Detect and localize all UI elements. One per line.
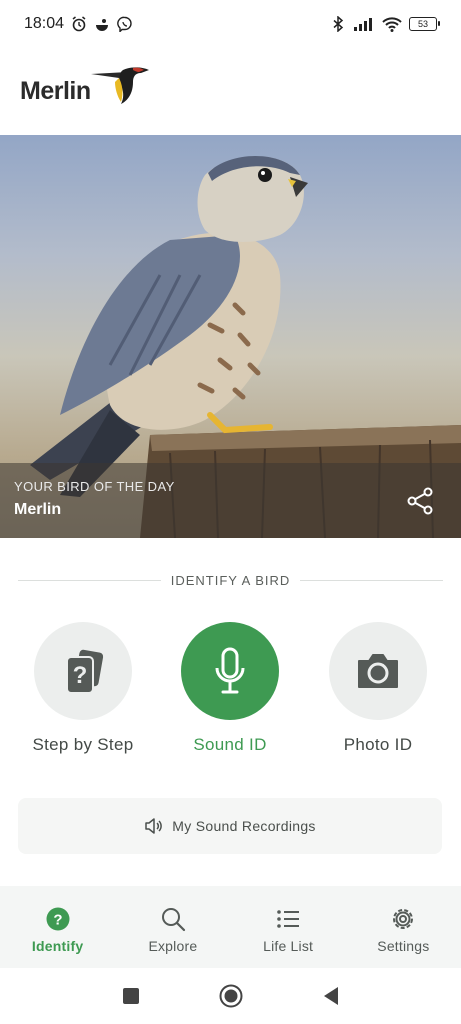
my-sound-recordings-button[interactable]: My Sound Recordings [18,798,442,854]
merlin-logo: Merlin [20,67,151,106]
sound-id-circle[interactable] [181,622,279,720]
nav-settings[interactable]: Settings [346,886,461,968]
nav-explore[interactable]: Explore [115,886,230,968]
speaker-icon [145,818,163,834]
photo-id-button[interactable]: Photo ID [308,620,448,755]
nav-life-list-label: Life List [263,938,314,954]
bottom-nav: ? Identify Explore Life List Settings [0,886,461,968]
nav-identify[interactable]: ? Identify [0,886,115,968]
status-right: 53 [330,16,440,32]
wifi-icon [382,17,402,32]
sound-id-button[interactable]: Sound ID [160,620,300,755]
list-icon [275,906,301,932]
microphone-icon [215,647,245,694]
notification-app-icon [96,19,109,31]
step-by-step-icon: ? [66,649,104,694]
identify-section-label: IDENTIFY A BIRD [170,572,291,588]
bird-of-the-day-card[interactable]: YOUR BIRD OF THE DAY Merlin [0,135,461,538]
home-icon[interactable] [216,981,246,1011]
search-icon [160,906,186,932]
logo-text: Merlin [20,76,91,105]
my-sound-recordings-label: My Sound Recordings [172,818,316,834]
camera-icon [358,654,398,688]
alarm-icon [72,16,86,32]
app-header: Merlin [0,48,461,134]
photo-id-circle[interactable] [329,622,427,720]
identify-options: ? Step by Step Sound ID Photo ID [0,620,461,760]
hero-caption: YOUR BIRD OF THE DAY Merlin [0,463,461,538]
divider-line-right [300,579,444,581]
bluetooth-icon [333,16,344,32]
status-bar: 18:04 53 [0,0,461,48]
svg-text:?: ? [73,662,88,689]
nav-identify-label: Identify [31,938,84,954]
step-by-step-label: Step by Step [32,735,134,754]
nav-explore-label: Explore [148,938,198,954]
bird-of-day-name: Merlin [14,501,62,518]
nav-settings-label: Settings [377,938,430,954]
sound-id-label: Sound ID [193,735,267,754]
question-circle-icon: ? [45,906,71,932]
nav-life-list[interactable]: Life List [231,886,346,968]
viber-icon [117,16,132,32]
step-by-step-circle[interactable]: ? [34,622,132,720]
recents-icon[interactable] [116,981,146,1011]
back-icon[interactable] [316,981,346,1011]
svg-text:?: ? [53,912,62,929]
share-icon[interactable] [407,487,433,515]
battery-level: 53 [417,19,428,29]
system-nav-bar [0,968,461,1024]
bird-of-day-kicker: YOUR BIRD OF THE DAY [14,479,175,494]
battery-icon: 53 [409,17,440,31]
status-left: 18:04 [24,15,133,33]
step-by-step-button[interactable]: ? Step by Step [13,620,153,755]
merlin-bird-logo-icon [90,67,149,104]
identify-section-header: IDENTIFY A BIRD [18,568,444,592]
divider-line-left [18,579,161,581]
signal-icon [354,18,372,31]
status-time: 18:04 [24,15,65,32]
photo-id-label: Photo ID [343,735,413,754]
gear-icon [390,906,416,932]
